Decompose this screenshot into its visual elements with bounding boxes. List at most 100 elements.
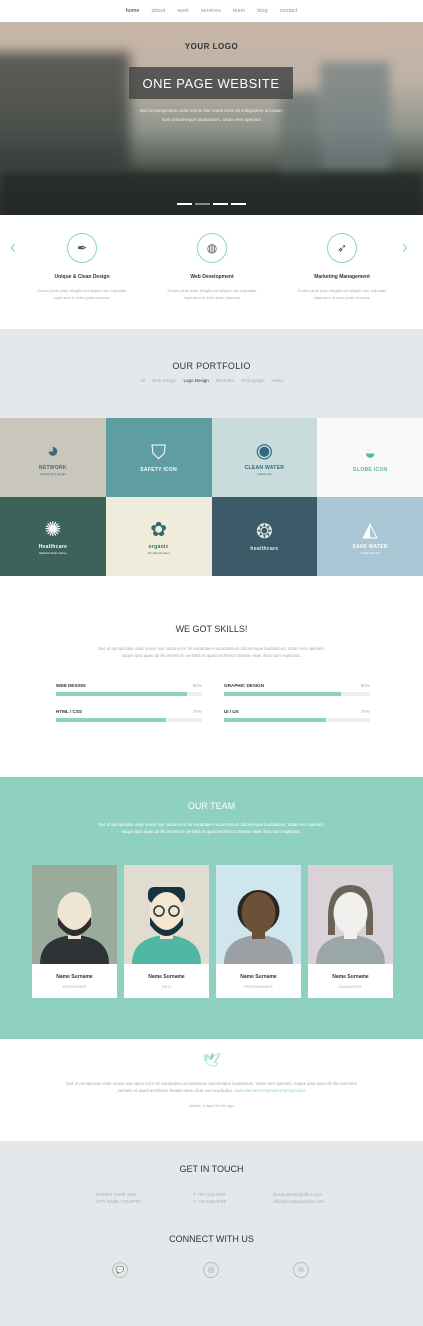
skills-desc: Sed ut perspiciatis unde omnis iste natu…	[97, 646, 326, 658]
team-section: OUR TEAM Sed ut perspiciatis unde omnis …	[0, 777, 423, 1039]
team-desc: Sed ut perspiciatis unde omnis iste natu…	[97, 822, 326, 834]
portfolio-tile[interactable]: ✿ organic Friendly Product	[105, 497, 212, 576]
portfolio-logo-icon: ◕	[46, 439, 59, 462]
portfolio-filters: All Web Design Logo Design Illustrator P…	[0, 378, 423, 383]
skill-bar-fill	[224, 692, 341, 696]
portfolio-tile-title: organic	[148, 543, 169, 550]
service-desc: Donec pede justo fringilla vel aliquet n…	[167, 288, 257, 300]
connect-title: CONNECT WITH US	[169, 1234, 254, 1244]
skill-item: HTML / CSS 75%	[56, 709, 202, 722]
service-item: ✒ Unique & Clean Design Donec pede justo…	[17, 233, 147, 301]
portfolio-tile-title: healthcare	[250, 545, 279, 552]
portfolio-tile-title: Healthcare	[38, 543, 68, 550]
nav-home[interactable]: home	[126, 8, 140, 14]
nav-services[interactable]: services	[201, 8, 221, 14]
nav-contact[interactable]: contact	[280, 8, 298, 14]
portfolio-logo-icon: ✺	[44, 518, 62, 541]
filter-web-design[interactable]: Web Design	[152, 378, 176, 383]
nav-work[interactable]: work	[177, 8, 189, 14]
globe-icon: ◍	[197, 233, 227, 263]
skill-bar-fill	[56, 692, 188, 696]
filter-photograph[interactable]: Photograph	[241, 378, 264, 383]
filter-illustrator[interactable]: Illustrator	[216, 378, 235, 383]
bird-icon: 🕊	[202, 1052, 221, 1068]
portfolio-logo-icon: ◒	[364, 441, 377, 464]
tweet-text: Sed ut perspiciatis unde omnis iste natu…	[65, 1081, 358, 1093]
team-member-name: Name Surname	[332, 974, 369, 980]
portfolio-tile[interactable]: ✺ Healthcare Medical Clinic Name	[0, 497, 106, 576]
portfolio-tile[interactable]: ◭ SAVE WATER SAVE EARTH	[317, 497, 423, 576]
service-title: Unique & Clean Design	[54, 274, 110, 280]
nav-team[interactable]: team	[233, 8, 245, 14]
portfolio-logo-icon: ❂	[255, 520, 273, 543]
nav-blog[interactable]: blog	[257, 8, 267, 14]
portfolio-tile[interactable]: ❂ healthcare	[211, 497, 318, 576]
portfolio-tile[interactable]: ◉ CLEAN WATER healthy life	[211, 418, 318, 497]
team-avatar	[124, 865, 209, 964]
slider-dot[interactable]	[213, 203, 228, 205]
rocket-icon: ➶	[327, 233, 357, 263]
team-member-name: Name Surname	[148, 974, 185, 980]
skill-item: UI / UX 70%	[224, 709, 370, 722]
skill-bar	[224, 718, 370, 722]
prev-arrow-icon[interactable]: ‹	[10, 237, 16, 258]
team-avatar	[32, 865, 117, 964]
skill-bar-fill	[56, 718, 166, 722]
slider-dot[interactable]	[231, 203, 246, 205]
slider-dots	[177, 203, 246, 205]
slider-dot[interactable]	[195, 203, 210, 205]
hero-title: ONE PAGE WEBSITE	[129, 67, 293, 99]
chat-icon[interactable]: 💬	[112, 1262, 128, 1278]
top-nav: home about work services team blog conta…	[0, 0, 423, 22]
portfolio-logo-icon: ✿	[150, 518, 167, 541]
portfolio-section: OUR PORTFOLIO All Web Design Logo Design…	[0, 329, 423, 418]
team-card[interactable]: Name Surname PROGRAMER	[216, 865, 301, 998]
slider-dot[interactable]	[177, 203, 192, 205]
filter-all[interactable]: All	[140, 378, 145, 383]
portfolio-tile[interactable]: ⛉ SAFETY ICON	[105, 418, 212, 497]
portfolio-logo-icon: ◉	[255, 439, 274, 462]
portfolio-grid: ◕ NETWORK marketing & design ⛉ SAFETY ICON ◉ C…	[0, 418, 423, 576]
team-member-name: Name Surname	[56, 974, 93, 980]
contact-section: GET IN TOUCH STREET NAME 1024 CITY NAME, …	[0, 1141, 423, 1326]
skill-item: WEB DESIGN 90%	[56, 683, 202, 696]
pen-icon: ✒	[67, 233, 97, 263]
team-member-role: MANAGER	[339, 984, 362, 989]
team-card[interactable]: Name Surname SEO	[124, 865, 209, 998]
team-card[interactable]: Name Surname DESIGNER	[32, 865, 117, 998]
portfolio-title: OUR PORTFOLIO	[172, 361, 251, 371]
portfolio-tile-sub: SAVE EARTH	[360, 550, 380, 555]
team-avatar	[308, 865, 393, 964]
filter-logo-design[interactable]: Logo Design	[183, 378, 208, 383]
skill-bar	[56, 692, 202, 696]
nav-about[interactable]: about	[151, 8, 165, 14]
portfolio-tile[interactable]: ◒ GLOBE ICON	[317, 418, 423, 497]
skill-bar	[224, 692, 370, 696]
team-member-role: DESIGNER	[62, 984, 87, 989]
filter-video[interactable]: Video	[272, 378, 283, 383]
portfolio-tile-sub: Medical Clinic Name	[39, 550, 67, 555]
tweet-time: Ahmet, 9 days 30 min ago	[189, 1104, 234, 1108]
portfolio-tile-sub: marketing & design	[40, 471, 66, 476]
skill-item: GRAPHIC DESIGN 80%	[224, 683, 370, 696]
email-at-icon[interactable]: @	[203, 1262, 219, 1278]
site-logo[interactable]: YOUR LOGO	[0, 42, 423, 51]
portfolio-tile-title: CLEAN WATER	[244, 464, 285, 471]
portfolio-logo-icon: ◭	[362, 518, 378, 541]
portfolio-tile-sub: healthy life	[257, 471, 272, 476]
mail-icon[interactable]: ✉	[293, 1262, 309, 1278]
service-desc: Donec pede justo fringilla vel aliquet n…	[37, 288, 127, 300]
portfolio-tile-title: SAFETY ICON	[140, 466, 178, 473]
team-member-role: PROGRAMER	[244, 984, 273, 989]
skills-title: WE GOT SKILLS!	[175, 624, 248, 634]
skill-bar	[56, 718, 202, 722]
team-card[interactable]: Name Surname MANAGER	[308, 865, 393, 998]
team-member-role: SEO	[161, 984, 172, 989]
portfolio-tile-title: GLOBE ICON	[352, 466, 388, 473]
service-item: ➶ Marketing Management Donec pede justo …	[277, 233, 407, 301]
hero-subtitle: Sed ut perspiciatis unde omnis iste natu…	[139, 108, 284, 122]
team-title: OUR TEAM	[187, 801, 236, 811]
tweet-link[interactable]: www.sitename.net/sed-ut-perspiciatis	[234, 1088, 305, 1093]
portfolio-tile[interactable]: ◕ NETWORK marketing & design	[0, 418, 106, 497]
contact-address: STREET NAME 1024 CITY NAME, COUNTRY	[96, 1192, 142, 1204]
